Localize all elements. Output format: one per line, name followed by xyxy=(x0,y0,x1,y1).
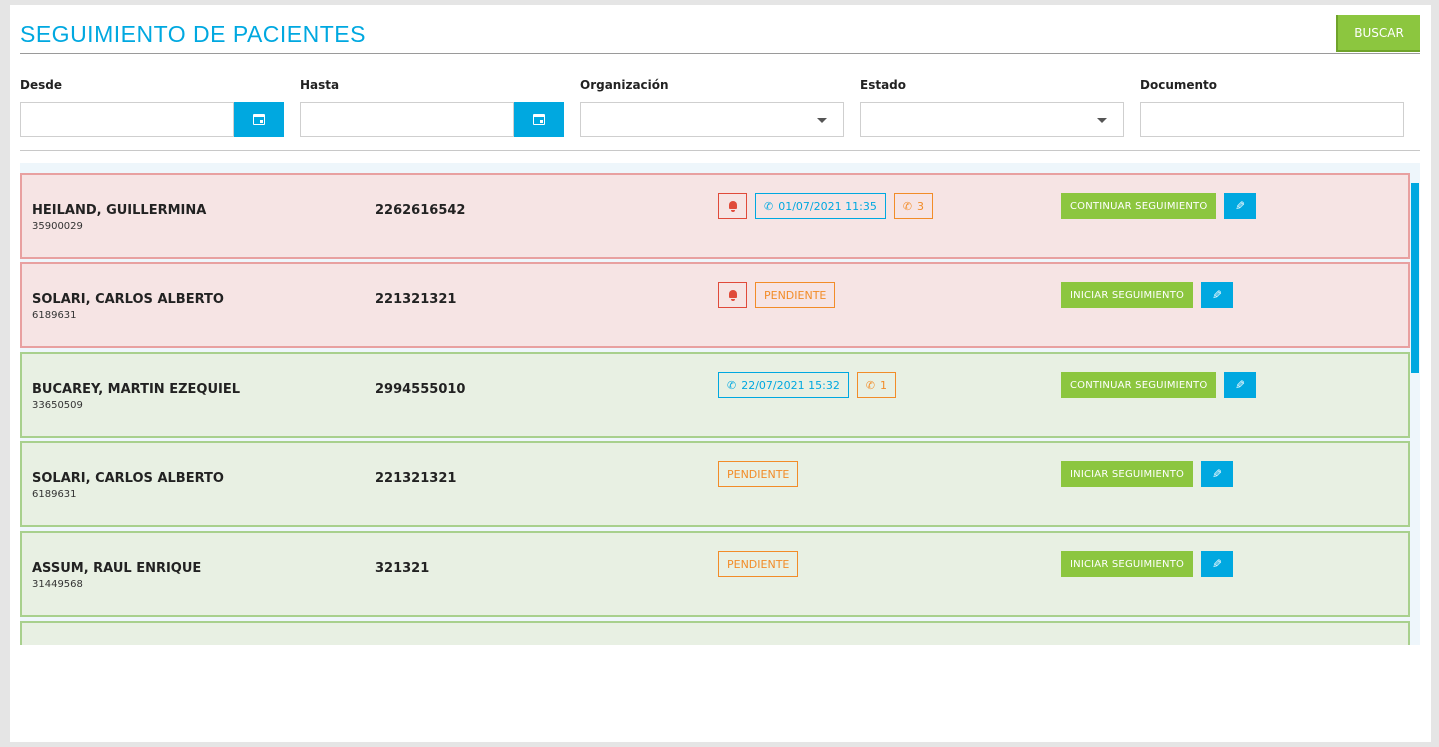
calendar-icon xyxy=(533,114,545,125)
patient-phone: 2994555010 xyxy=(375,382,466,397)
filter-estado: Estado xyxy=(860,78,1124,137)
calendar-icon xyxy=(253,114,265,125)
organizacion-select[interactable] xyxy=(580,102,844,137)
pencil-icon: ✎ xyxy=(1212,288,1223,302)
phone-icon: ✆ xyxy=(865,378,876,392)
patient-document: 6189631 xyxy=(32,310,77,321)
patient-name: HEILAND, GUILLERMINA xyxy=(32,203,207,218)
patient-name: SOLARI, CARLOS ALBERTO xyxy=(32,471,224,486)
filter-organizacion: Organización xyxy=(580,78,844,137)
edit-button[interactable]: ✎ xyxy=(1201,461,1234,487)
row-actions: INICIAR SEGUIMIENTO ✎ xyxy=(1061,461,1234,487)
patient-row[interactable]: ASSUM, RAUL ENRIQUE 31449568 321321 PENDIEN… xyxy=(20,531,1410,617)
patient-row[interactable] xyxy=(20,621,1410,645)
documento-input[interactable] xyxy=(1140,102,1404,137)
desde-calendar-button[interactable] xyxy=(234,102,284,137)
pending-badge: PENDIENTE xyxy=(718,551,799,577)
edit-button[interactable]: ✎ xyxy=(1224,372,1257,398)
patient-row[interactable]: HEILAND, GUILLERMINA 35900029 2262616542 ✆ 0… xyxy=(20,173,1410,259)
filter-desde: Desde xyxy=(20,78,284,137)
estado-select[interactable] xyxy=(860,102,1124,137)
follow-up-button[interactable]: INICIAR SEGUIMIENTO xyxy=(1061,461,1194,487)
patient-document: 33650509 xyxy=(32,400,83,411)
last-call-badge: ✆ 22/07/2021 15:32 xyxy=(718,372,849,398)
follow-up-button[interactable]: INICIAR SEGUIMIENTO xyxy=(1061,282,1194,308)
follow-up-button[interactable]: INICIAR SEGUIMIENTO xyxy=(1061,551,1194,577)
pending-badge: PENDIENTE xyxy=(718,461,799,487)
hasta-label: Hasta xyxy=(300,78,340,92)
scrollbar[interactable] xyxy=(1411,183,1419,373)
organizacion-label: Organización xyxy=(580,78,669,92)
desde-date-input[interactable] xyxy=(20,102,234,137)
follow-up-button[interactable]: CONTINUAR SEGUIMIENTO xyxy=(1061,193,1217,219)
patient-row[interactable]: BUCAREY, MARTIN EZEQUIEL 33650509 29945550… xyxy=(20,352,1410,438)
status-badges: PENDIENTE xyxy=(718,282,836,308)
patient-list: HEILAND, GUILLERMINA 35900029 2262616542 ✆ 0… xyxy=(20,163,1420,645)
alert-badge xyxy=(718,193,747,219)
patient-phone: 2262616542 xyxy=(375,203,466,218)
chevron-down-icon xyxy=(817,118,827,123)
chevron-down-icon xyxy=(1097,118,1107,123)
patient-phone: 321321 xyxy=(375,561,430,576)
pencil-icon: ✎ xyxy=(1212,467,1223,481)
patient-phone: 221321321 xyxy=(375,471,457,486)
status-badges: PENDIENTE xyxy=(718,551,799,577)
call-count-badge: ✆ 3 xyxy=(893,193,934,219)
hasta-calendar-button[interactable] xyxy=(514,102,564,137)
filter-documento: Documento xyxy=(1140,78,1404,137)
patient-name: BUCAREY, MARTIN EZEQUIEL xyxy=(32,382,241,397)
hasta-date-input[interactable] xyxy=(300,102,514,137)
pencil-icon: ✎ xyxy=(1235,199,1246,213)
patient-name: SOLARI, CARLOS ALBERTO xyxy=(32,292,224,307)
bell-icon xyxy=(728,289,738,301)
page-header: SEGUIMIENTO DE PACIENTES BUSCAR xyxy=(20,15,1420,54)
row-actions: INICIAR SEGUIMIENTO ✎ xyxy=(1061,282,1234,308)
estado-label: Estado xyxy=(860,78,907,92)
patient-document: 6189631 xyxy=(32,489,77,500)
filter-hasta: Hasta xyxy=(300,78,564,137)
call-count: 1 xyxy=(880,378,888,392)
row-actions: CONTINUAR SEGUIMIENTO ✎ xyxy=(1061,193,1257,219)
phone-icon: ✆ xyxy=(727,378,737,392)
pencil-icon: ✎ xyxy=(1212,557,1223,571)
phone-icon: ✆ xyxy=(764,199,774,213)
edit-button[interactable]: ✎ xyxy=(1224,193,1257,219)
last-call-date: 01/07/2021 11:35 xyxy=(778,199,877,213)
patient-phone: 221321321 xyxy=(375,292,457,307)
patient-row[interactable]: SOLARI, CARLOS ALBERTO 6189631 221321321 PE… xyxy=(20,441,1410,527)
status-badges: PENDIENTE xyxy=(718,461,799,487)
patient-document: 31449568 xyxy=(32,579,83,590)
status-badges: ✆ 22/07/2021 15:32 ✆ 1 xyxy=(718,372,897,398)
row-actions: INICIAR SEGUIMIENTO ✎ xyxy=(1061,551,1234,577)
bell-icon xyxy=(728,200,738,212)
phone-icon: ✆ xyxy=(902,199,913,213)
last-call-date: 22/07/2021 15:32 xyxy=(741,378,840,392)
desde-label: Desde xyxy=(20,78,62,92)
alert-badge xyxy=(718,282,747,308)
page-title: SEGUIMIENTO DE PACIENTES xyxy=(20,21,366,47)
call-count-badge: ✆ 1 xyxy=(856,372,897,398)
edit-button[interactable]: ✎ xyxy=(1201,282,1234,308)
divider xyxy=(20,150,1420,151)
status-badges: ✆ 01/07/2021 11:35 ✆ 3 xyxy=(718,193,934,219)
row-actions: CONTINUAR SEGUIMIENTO ✎ xyxy=(1061,372,1257,398)
pencil-icon: ✎ xyxy=(1235,378,1246,392)
edit-button[interactable]: ✎ xyxy=(1201,551,1234,577)
patient-document: 35900029 xyxy=(32,221,83,232)
page-container: SEGUIMIENTO DE PACIENTES BUSCAR Desde Ha… xyxy=(10,5,1431,742)
pending-badge: PENDIENTE xyxy=(755,282,836,308)
filters-bar: Desde Hasta Organización Estado Document… xyxy=(20,78,1420,158)
documento-label: Documento xyxy=(1140,78,1218,92)
patient-name: ASSUM, RAUL ENRIQUE xyxy=(32,561,202,576)
search-button[interactable]: BUSCAR xyxy=(1336,15,1420,52)
patient-row[interactable]: SOLARI, CARLOS ALBERTO 6189631 221321321 PE… xyxy=(20,262,1410,348)
call-count: 3 xyxy=(917,199,925,213)
follow-up-button[interactable]: CONTINUAR SEGUIMIENTO xyxy=(1061,372,1217,398)
last-call-badge: ✆ 01/07/2021 11:35 xyxy=(755,193,886,219)
